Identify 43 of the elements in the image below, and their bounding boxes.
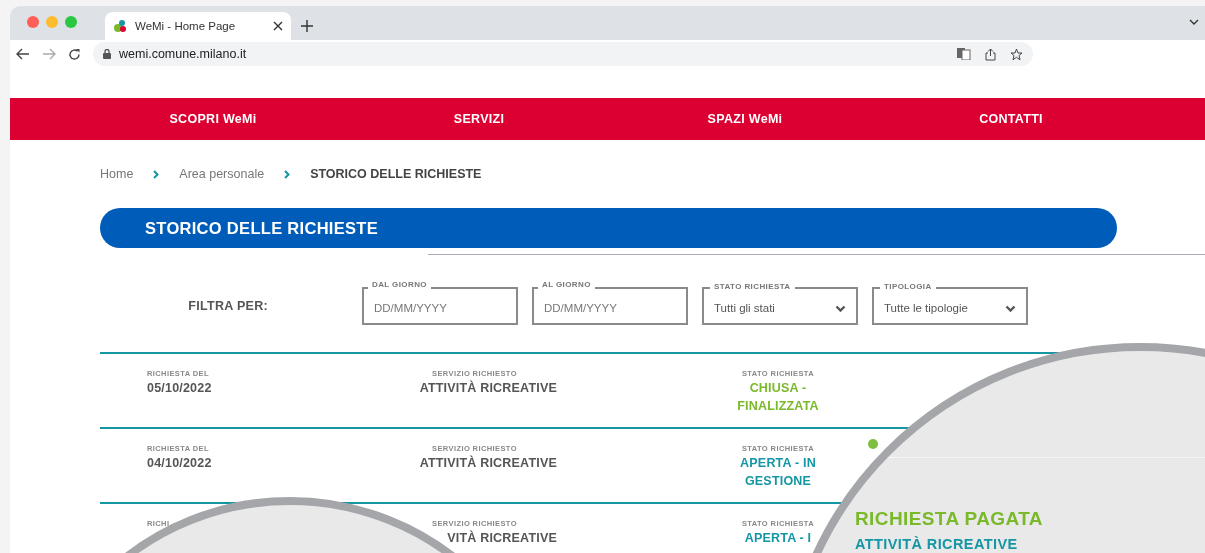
share-icon[interactable] [985, 47, 996, 61]
back-icon[interactable] [16, 48, 30, 60]
url-text: wemi.comune.milano.it [119, 47, 248, 61]
request-date: 05/10/2022 [147, 381, 213, 395]
nav-link[interactable]: SCOPRI WeMi [169, 112, 257, 126]
browser-tab[interactable]: WeMi - Home Page [105, 12, 291, 40]
lens-subtitle: ATTIVITÀ RICREATIVE [855, 536, 1018, 552]
page-title: STORICO DELLE RICHIESTE [145, 218, 379, 238]
nav-link[interactable]: SPAZI WeMi [707, 112, 783, 126]
field-label: TIPOLOGIA [880, 282, 936, 291]
chevron-down-icon [1005, 304, 1016, 312]
lock-icon [103, 49, 111, 59]
chevron-down-icon [835, 304, 846, 312]
chevron-right-icon [284, 169, 291, 179]
close-icon[interactable] [273, 21, 283, 31]
field-label: DAL GIORNO [368, 280, 431, 289]
chevron-right-icon [153, 169, 160, 179]
request-date: 04/10/2022 [147, 456, 213, 470]
breadcrumb-link[interactable]: Home [100, 167, 134, 181]
star-icon[interactable] [1010, 47, 1023, 61]
lens-title: RICHIESTA PAGATA [855, 508, 1043, 530]
filter-label: FILTRA PER: [187, 299, 269, 313]
field-label: STATO RICHIESTA [710, 282, 795, 291]
nav-link[interactable]: CONTATTI [979, 112, 1043, 126]
service-name: ATTIVITÀ RICREATIVE [419, 456, 557, 470]
field-label: AL GIORNO [538, 280, 595, 289]
status-value: CHIUSA - FINALIZZATA [736, 380, 820, 415]
chevron-down-icon[interactable] [1189, 19, 1199, 25]
current-page-label: STORICO DELLE RICHIESTE [310, 167, 482, 181]
service-name: ATTIVITÀ RICREATIVE [419, 381, 557, 395]
nav-link[interactable]: SERVIZI [453, 112, 505, 126]
status-value: APERTA - I [743, 530, 813, 547]
date-field[interactable]: DD/MM/YYYY [532, 287, 688, 325]
breadcrumb-link[interactable]: Area personale [179, 167, 265, 181]
service-name: VITÀ RICREATIVE [447, 531, 557, 545]
status-value: APERTA - IN GESTIONE [739, 455, 817, 490]
translate-icon[interactable] [957, 48, 971, 60]
address-bar[interactable]: wemi.comune.milano.it [93, 42, 1033, 66]
favicon-icon [113, 19, 127, 33]
tab-title: WeMi - Home Page [135, 20, 237, 32]
plus-icon[interactable] [301, 20, 313, 32]
date-field[interactable]: DD/MM/YYYY [362, 287, 518, 325]
reload-icon[interactable] [68, 47, 81, 61]
